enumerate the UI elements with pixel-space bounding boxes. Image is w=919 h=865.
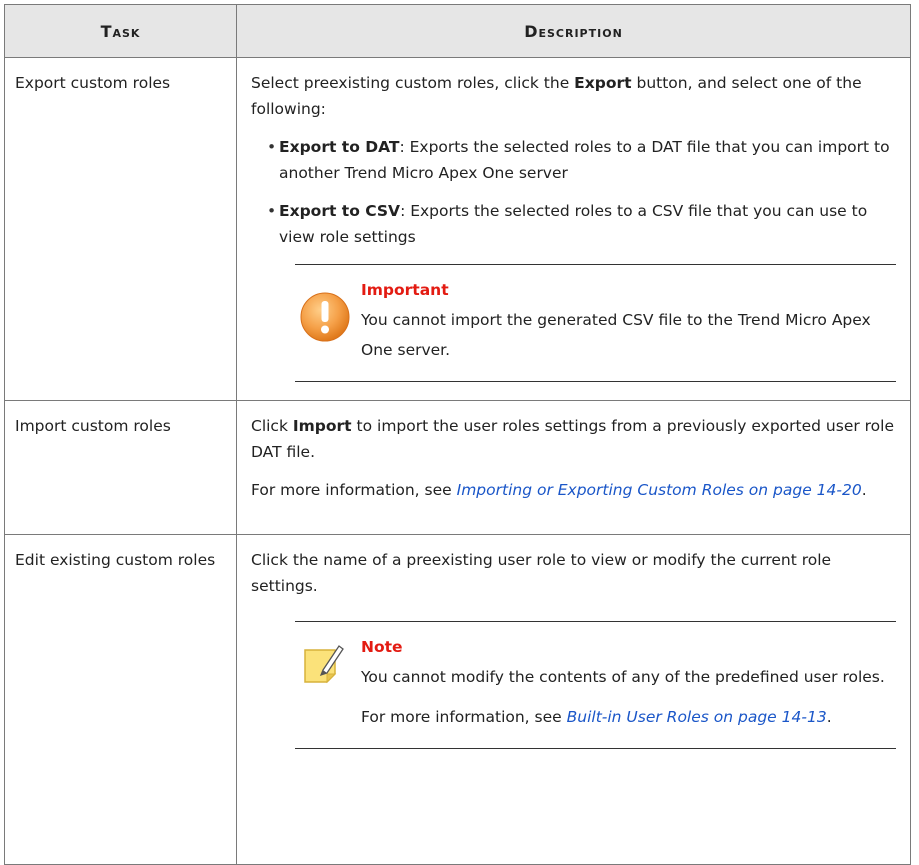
cross-reference-link[interactable]: Importing or Exporting Custom Roles on p… <box>457 481 862 499</box>
task-label: Export custom roles <box>15 74 171 92</box>
task-cell: Export custom roles <box>4 57 237 401</box>
text-span: For more information, see <box>251 481 457 499</box>
task-label: Import custom roles <box>15 417 171 435</box>
note-admonition: Note You cannot modify the contents of a… <box>295 621 896 749</box>
description-cell: Click Import to import the user roles se… <box>236 400 911 535</box>
cross-reference-link[interactable]: Built-in User Roles on page 14-13 <box>567 708 827 726</box>
admonition-title: Note <box>361 638 403 656</box>
admonition-text: You cannot import the generated CSV file… <box>361 311 871 359</box>
task-cell: Import custom roles <box>4 400 237 535</box>
admonition-title: Important <box>361 281 449 299</box>
ui-term: Export to CSV <box>279 202 401 220</box>
table-row: Export custom roles Select preexisting c… <box>4 57 911 401</box>
table-row: Edit existing custom roles Click the nam… <box>4 534 911 865</box>
description-cell: Select preexisting custom roles, click t… <box>236 57 911 401</box>
description-paragraph: Click Import to import the user roles se… <box>251 413 896 465</box>
text-span: Select preexisting custom roles, click t… <box>251 74 575 92</box>
ui-term: Export <box>574 74 632 92</box>
admonition-more-info: For more information, see Built-in User … <box>361 702 896 732</box>
text-span: Click <box>251 417 293 435</box>
option-list: Export to DAT: Exports the selected role… <box>251 134 896 250</box>
column-header-description: Description <box>236 4 911 58</box>
table-header-row: Task Description <box>4 4 911 58</box>
ui-term: Export to DAT <box>279 138 400 156</box>
note-icon <box>299 640 347 696</box>
text-span: For more information, see <box>361 708 567 726</box>
ui-term: Import <box>292 417 352 435</box>
list-item: Export to DAT: Exports the selected role… <box>267 134 896 186</box>
text-span: . <box>826 708 832 726</box>
description-paragraph: Select preexisting custom roles, click t… <box>251 70 896 122</box>
important-icon <box>299 291 351 351</box>
task-label: Edit existing custom roles <box>15 551 216 569</box>
text-span: . <box>861 481 867 499</box>
description-paragraph: Click the name of a preexisting user rol… <box>251 551 832 595</box>
task-cell: Edit existing custom roles <box>4 534 237 865</box>
description-paragraph: For more information, see Importing or E… <box>251 477 896 503</box>
description-cell: Click the name of a preexisting user rol… <box>236 534 911 865</box>
list-item: Export to CSV: Exports the selected role… <box>267 198 896 250</box>
admonition-text: You cannot modify the contents of any of… <box>361 668 885 686</box>
column-header-task: Task <box>4 4 237 58</box>
important-admonition: Important You cannot import the generate… <box>295 264 896 382</box>
task-table: Task Description Export custom roles Sel… <box>4 4 911 865</box>
table-row: Import custom roles Click Import to impo… <box>4 400 911 535</box>
document-page: Task Description Export custom roles Sel… <box>0 0 919 865</box>
